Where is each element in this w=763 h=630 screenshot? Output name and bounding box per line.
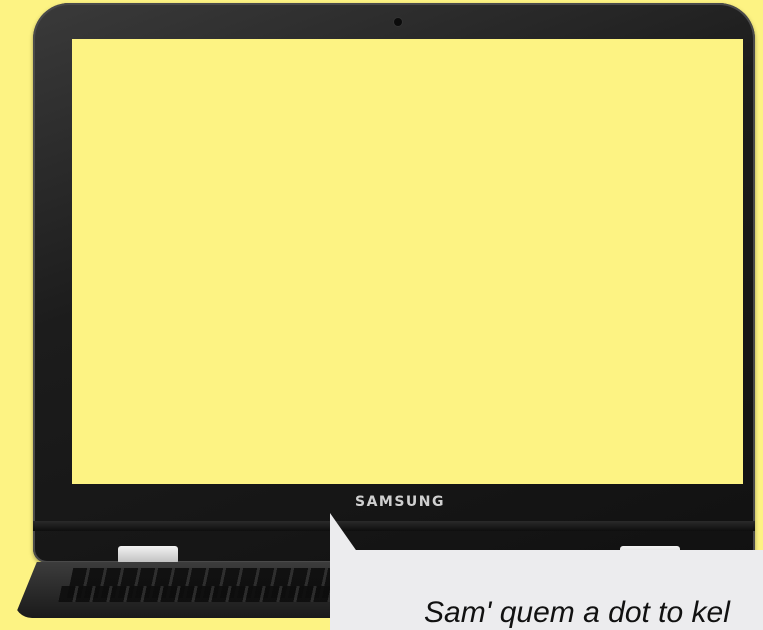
callout-text: Sam' quem a dot to kel <box>424 596 730 629</box>
hinge-left <box>118 546 178 564</box>
webcam-icon <box>394 18 402 26</box>
callout-tail <box>330 513 358 553</box>
brand-logo: SAMSUNG <box>354 494 445 510</box>
keyboard-row <box>58 586 352 602</box>
laptop-illustration: SAMSUNG <box>0 0 763 621</box>
laptop-screen <box>72 39 743 484</box>
